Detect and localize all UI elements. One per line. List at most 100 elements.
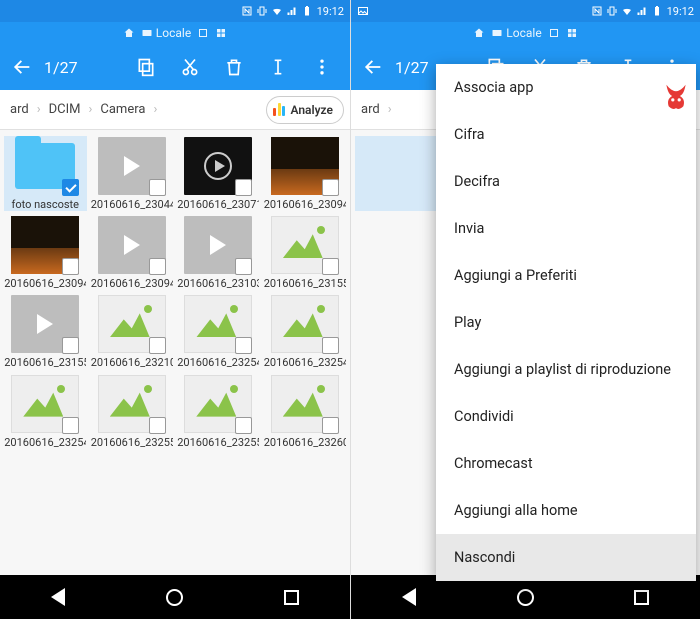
nav-recent[interactable]: [617, 575, 667, 619]
file-item[interactable]: 20160616_230942.j: [264, 136, 347, 211]
copy-button[interactable]: [126, 44, 166, 90]
checkbox[interactable]: [235, 179, 252, 196]
status-bar: 19:12: [351, 0, 700, 22]
tb-icon-2[interactable]: [215, 27, 227, 39]
crumb-1[interactable]: ard: [6, 102, 33, 117]
vibrate-icon: [606, 5, 618, 17]
file-item[interactable]: 20160616_232544.j: [264, 294, 347, 369]
chevron-right-icon: ›: [388, 102, 392, 117]
file-label: 20160616_231553.: [4, 356, 86, 369]
file-grid[interactable]: foto nascoste 20160616_230441. 20160616_23…: [0, 130, 350, 575]
checkbox[interactable]: [235, 417, 252, 434]
tb-icon-2[interactable]: [566, 27, 578, 39]
menu-item[interactable]: Play: [436, 299, 696, 346]
home-icon[interactable]: [123, 27, 135, 39]
crumb-2[interactable]: DCIM: [45, 102, 85, 117]
phone-right: 19:12 Locale 1/27 ard › foto nascoste201…: [350, 0, 700, 619]
checkbox[interactable]: [149, 258, 166, 275]
analyze-button[interactable]: Analyze: [266, 96, 344, 124]
file-item[interactable]: 20160616_232105.: [91, 294, 174, 369]
checkbox[interactable]: [322, 258, 339, 275]
checkbox[interactable]: [149, 179, 166, 196]
checkbox[interactable]: [62, 417, 79, 434]
menu-item[interactable]: Nascondi: [436, 534, 696, 581]
file-item[interactable]: 20160616_231550.j: [264, 215, 347, 290]
rename-button[interactable]: [258, 44, 298, 90]
signal-icon: [286, 5, 298, 17]
tb-icon-1[interactable]: [548, 27, 560, 39]
checkbox[interactable]: [322, 337, 339, 354]
file-item[interactable]: 20160616_232548.j: [4, 374, 87, 449]
nav-recent[interactable]: [267, 575, 317, 619]
wifi-icon: [271, 5, 283, 17]
nfc-icon: [241, 5, 253, 17]
menu-item[interactable]: Decifra: [436, 158, 696, 205]
checkbox[interactable]: [235, 258, 252, 275]
file-item[interactable]: 20160616_232541.j: [177, 294, 260, 369]
file-item[interactable]: 20160616_232556.j: [177, 374, 260, 449]
checkbox[interactable]: [62, 258, 79, 275]
file-item[interactable]: 20160616_232603.j: [264, 374, 347, 449]
checkbox[interactable]: [149, 337, 166, 354]
nav-home[interactable]: [500, 575, 550, 619]
file-label: 20160616_230717.: [177, 198, 259, 211]
checkbox[interactable]: [235, 337, 252, 354]
signal-icon: [636, 5, 648, 17]
file-label: 20160616_232541.j: [177, 356, 259, 369]
overflow-button[interactable]: [302, 44, 342, 90]
back-button[interactable]: [359, 56, 387, 78]
delete-button[interactable]: [214, 44, 254, 90]
status-bar: 19:12: [0, 0, 350, 22]
menu-item[interactable]: Chromecast: [436, 440, 696, 487]
home-icon[interactable]: [473, 27, 485, 39]
menu-item[interactable]: Aggiungi alla home: [436, 487, 696, 534]
file-item[interactable]: 20160616_231039.: [177, 215, 260, 290]
selection-counter: 1/27: [391, 58, 429, 77]
chevron-right-icon: ›: [37, 102, 41, 117]
file-label: 20160616_232544.j: [264, 356, 346, 369]
vibrate-icon: [256, 5, 268, 17]
menu-item[interactable]: Invia: [436, 205, 696, 252]
menu-item[interactable]: Cifra: [436, 111, 696, 158]
back-button[interactable]: [8, 56, 36, 78]
checkbox[interactable]: [322, 417, 339, 434]
phone-left: 19:12 Locale 1/27 ard › DCIM › Camera › …: [0, 0, 350, 619]
file-item[interactable]: 20160616_230441.: [91, 136, 174, 211]
menu-item[interactable]: Aggiungi a playlist di riproduzione: [436, 346, 696, 393]
file-label: 20160616_232551.j: [91, 436, 173, 449]
menu-item[interactable]: Aggiungi a Preferiti: [436, 252, 696, 299]
file-item[interactable]: 20160616_230947.: [91, 215, 174, 290]
checkbox[interactable]: [62, 337, 79, 354]
menu-item[interactable]: Associa app: [436, 64, 696, 111]
checkbox[interactable]: [149, 417, 166, 434]
nav-back[interactable]: [33, 575, 83, 619]
location-chip[interactable]: Locale: [141, 26, 191, 40]
tb-icon-1[interactable]: [197, 27, 209, 39]
action-bar: 1/27: [0, 44, 350, 90]
image-notif-icon: [357, 5, 369, 17]
nav-bar: [351, 575, 700, 619]
file-label: 20160616_230441.: [91, 198, 173, 211]
nav-home[interactable]: [150, 575, 200, 619]
crumb-1[interactable]: ard: [357, 102, 384, 117]
title-bar: Locale: [351, 22, 700, 44]
location-chip[interactable]: Locale: [491, 26, 541, 40]
folder-item[interactable]: foto nascoste: [4, 136, 87, 211]
cut-button[interactable]: [170, 44, 210, 90]
file-item[interactable]: 20160616_232551.j: [91, 374, 174, 449]
battery-icon: [651, 5, 663, 17]
file-item[interactable]: 20160616_230717.: [177, 136, 260, 211]
chevron-right-icon: ›: [88, 102, 92, 117]
file-item[interactable]: 20160616_230947.: [4, 215, 87, 290]
menu-item[interactable]: Condividi: [436, 393, 696, 440]
file-label: 20160616_232603.j: [264, 436, 346, 449]
checkbox[interactable]: [322, 179, 339, 196]
file-item[interactable]: 20160616_231553.: [4, 294, 87, 369]
checkbox[interactable]: [62, 179, 79, 196]
crumb-3[interactable]: Camera: [96, 102, 149, 117]
chevron-right-icon: ›: [153, 102, 157, 117]
context-menu: Associa appCifraDecifraInviaAggiungi a P…: [436, 64, 696, 581]
analyze-label: Analyze: [290, 103, 333, 117]
nav-back[interactable]: [384, 575, 434, 619]
wifi-icon: [621, 5, 633, 17]
